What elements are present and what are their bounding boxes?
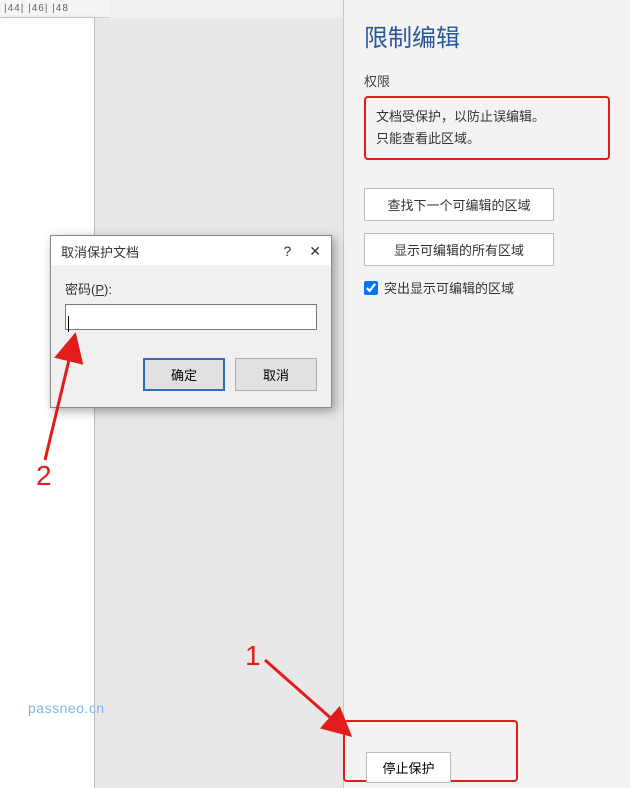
dialog-body: 密码(P): 确定 取消: [51, 265, 331, 407]
help-icon[interactable]: ?: [283, 243, 291, 260]
find-next-editable-button[interactable]: 查找下一个可编辑的区域: [364, 188, 554, 221]
highlight-editable-checkbox[interactable]: [364, 281, 378, 295]
restrict-editing-pane: 限制编辑 权限 文档受保护，以防止误编辑。 只能查看此区域。 查找下一个可编辑的…: [343, 0, 630, 788]
info-line-2: 只能查看此区域。: [376, 128, 598, 150]
show-all-editable-button[interactable]: 显示可编辑的所有区域: [364, 233, 554, 266]
watermark: passneo.cn: [28, 700, 105, 716]
annotation-label-1: 1: [245, 640, 261, 672]
stop-protection-highlight: 停止保护: [343, 720, 518, 782]
stop-protection-button[interactable]: 停止保护: [366, 752, 451, 783]
password-input[interactable]: [65, 304, 317, 330]
cancel-button[interactable]: 取消: [235, 358, 317, 391]
permissions-label: 权限: [364, 71, 610, 90]
highlight-editable-label: 突出显示可编辑的区域: [384, 278, 514, 297]
protection-info-box: 文档受保护，以防止误编辑。 只能查看此区域。: [364, 96, 610, 160]
ok-button[interactable]: 确定: [143, 358, 225, 391]
text-caret: [68, 316, 69, 332]
dialog-title: 取消保护文档: [61, 242, 139, 261]
unprotect-document-dialog: 取消保护文档 ? ✕ 密码(P): 确定 取消: [50, 235, 332, 408]
info-line-1: 文档受保护，以防止误编辑。: [376, 106, 598, 128]
annotation-label-2: 2: [36, 460, 52, 492]
pane-title: 限制编辑: [364, 18, 610, 53]
dialog-titlebar[interactable]: 取消保护文档 ? ✕: [51, 236, 331, 265]
password-label: 密码(P):: [65, 279, 317, 298]
highlight-editable-checkbox-row[interactable]: 突出显示可编辑的区域: [364, 278, 610, 297]
ruler: |44| |46| |48: [0, 0, 110, 18]
close-icon[interactable]: ✕: [309, 243, 321, 260]
